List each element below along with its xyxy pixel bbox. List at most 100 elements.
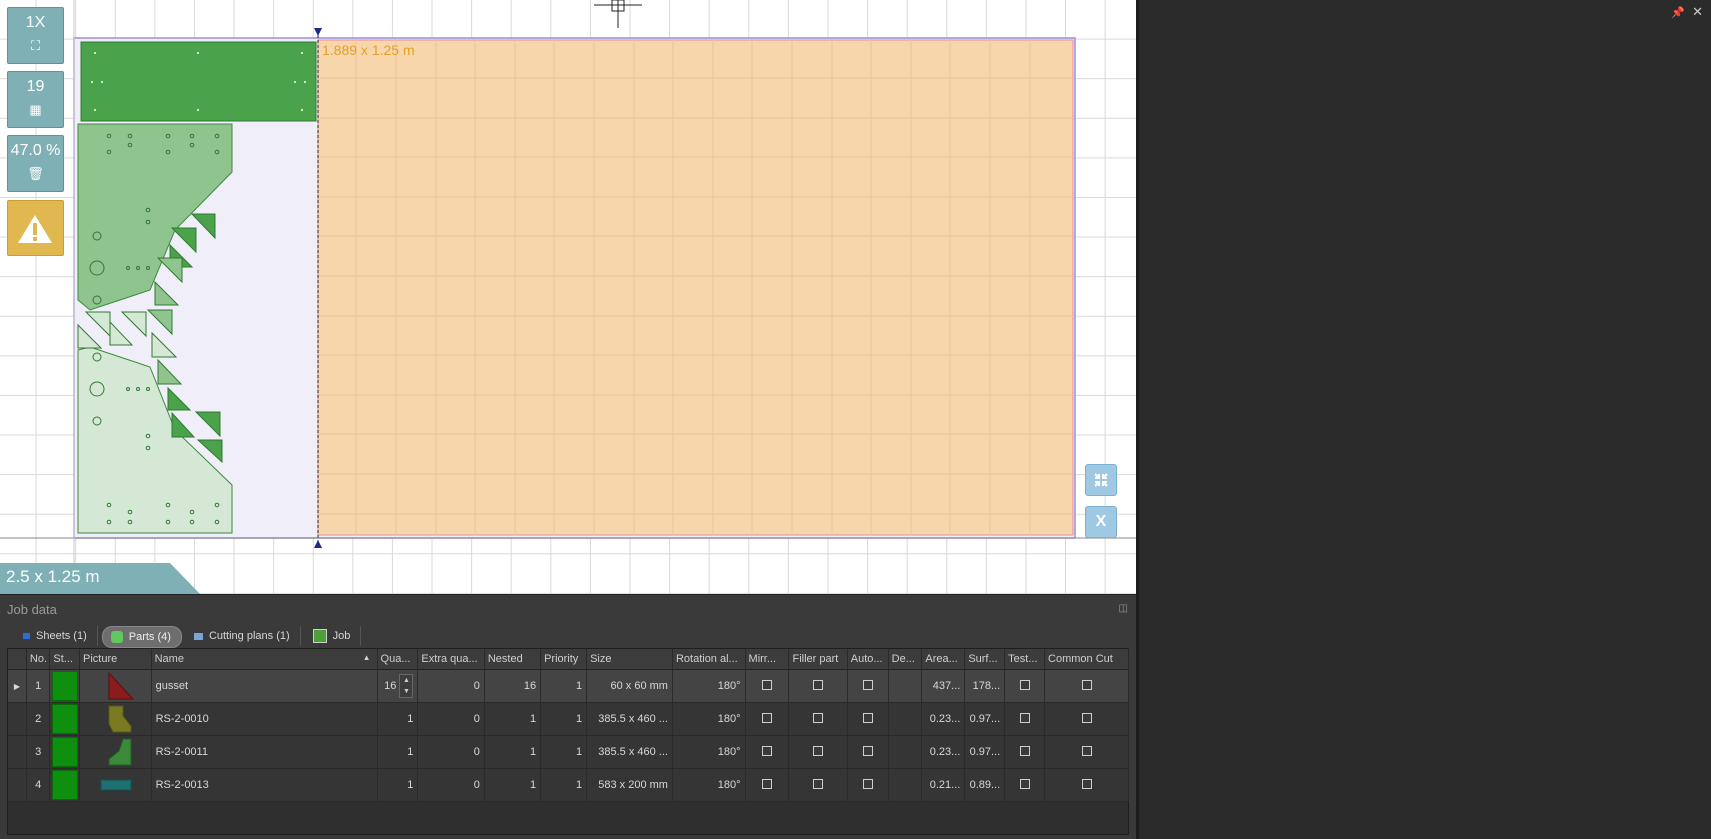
cell-priority[interactable]: 1 (540, 735, 588, 769)
col-extra-quantity[interactable]: Extra qua... (417, 649, 485, 670)
col-priority[interactable]: Priority (540, 649, 588, 670)
cell-nested: 1 (484, 702, 542, 736)
col-nested[interactable]: Nested (484, 649, 542, 670)
cell-priority[interactable]: 1 (540, 702, 588, 736)
stepper-up-icon[interactable]: ▲ (400, 675, 412, 686)
test-checkbox[interactable] (1019, 712, 1030, 723)
col-mirror[interactable]: Mirr... (745, 649, 790, 670)
common-cut-checkbox[interactable] (1081, 679, 1092, 690)
col-test[interactable]: Test... (1004, 649, 1046, 670)
cell-size: 60 x 60 mm (586, 669, 673, 703)
tab-sheets[interactable]: Sheets (1) (15, 626, 98, 646)
col-size[interactable]: Size (586, 649, 673, 670)
zoom-button[interactable]: 1X ⛶ (7, 7, 64, 64)
cut-marker-bottom[interactable] (314, 540, 322, 548)
table-row[interactable]: 4 RS-2-0013 1 0 1 1 583 x 200 mm 180° 0.… (8, 768, 1129, 802)
mirror-checkbox[interactable] (762, 712, 772, 723)
test-checkbox[interactable] (1019, 778, 1030, 789)
col-filler-part[interactable]: Filler part (788, 649, 848, 670)
cell-quantity[interactable]: 16 ▲ ▼ (377, 669, 419, 703)
fit-view-button[interactable] (1085, 464, 1117, 496)
test-checkbox[interactable] (1019, 679, 1030, 690)
col-no[interactable]: No. (26, 649, 51, 670)
filler-part-checkbox[interactable] (813, 778, 824, 789)
table-row[interactable]: 2 RS-2-0010 1 0 1 1 385.5 x 460 ... 180° (8, 702, 1129, 736)
tab-parts[interactable]: Parts (4) (101, 626, 182, 648)
tab-job[interactable]: Job (305, 626, 362, 646)
close-icon[interactable]: ✕ (1692, 4, 1703, 20)
pin-icon[interactable]: 📌 (1671, 6, 1685, 19)
cell-quantity[interactable]: 1 (377, 735, 419, 769)
filler-part-checkbox[interactable] (813, 745, 824, 756)
filler-part-checkbox[interactable] (813, 679, 824, 690)
mirror-checkbox[interactable] (762, 778, 772, 789)
cell-extra-quantity[interactable]: 0 (417, 768, 485, 802)
col-rotation[interactable]: Rotation al... (672, 649, 746, 670)
quantity-stepper[interactable]: 16 ▲ ▼ (384, 674, 414, 698)
parts-count-button[interactable]: 19 ▦ (7, 71, 64, 128)
cell-extra-quantity[interactable]: 0 (417, 735, 485, 769)
nesting-canvas[interactable]: 1.889 x 1.25 m 1X ⛶ 19 ▦ 47.0 % 🗑 X 2.5 … (0, 0, 1136, 594)
parts-grid[interactable]: No. St... Picture Name ▲ Qua... Extra qua… (7, 648, 1129, 835)
cell-priority[interactable]: 1 (540, 768, 588, 802)
mirror-checkbox[interactable] (762, 745, 772, 756)
cell-priority[interactable]: 1 (540, 669, 588, 703)
common-cut-checkbox[interactable] (1081, 778, 1092, 789)
cut-marker-top[interactable] (314, 28, 322, 36)
col-name[interactable]: Name ▲ (151, 649, 378, 670)
auto-checkbox[interactable] (862, 679, 873, 690)
col-quantity[interactable]: Qua... (377, 649, 419, 670)
cell-rotation[interactable]: 180° (672, 702, 746, 736)
col-picture[interactable]: Picture (79, 649, 152, 670)
stepper-down-icon[interactable]: ▼ (400, 686, 412, 697)
tab-sheets-label: Sheets (1) (36, 630, 87, 642)
cell-common-cut (1044, 702, 1129, 736)
cell-auto (847, 702, 889, 736)
filler-part-checkbox[interactable] (813, 712, 824, 723)
cell-filler-part (788, 735, 848, 769)
cell-extra-quantity[interactable]: 0 (417, 702, 485, 736)
pin-icon[interactable]: ◫ (1119, 603, 1128, 614)
col-auto[interactable]: Auto... (847, 649, 889, 670)
table-row[interactable]: 3 RS-2-0011 1 0 1 1 385.5 x 460 ... 180° (8, 735, 1129, 769)
mirror-checkbox[interactable] (762, 679, 772, 690)
warning-button[interactable] (7, 200, 64, 256)
common-cut-checkbox[interactable] (1081, 712, 1092, 723)
auto-checkbox[interactable] (862, 712, 873, 723)
col-de[interactable]: De... (888, 649, 923, 670)
cell-name: RS-2-0010 (151, 702, 378, 736)
tab-cutting-plans[interactable]: Cutting plans (1) (186, 626, 301, 646)
cell-mirror (745, 669, 790, 703)
auto-checkbox[interactable] (862, 778, 873, 789)
table-row[interactable]: ▶ 1 gusset 16 ▲ ▼ 0 16 1 60 x 60 mm 180°… (8, 669, 1129, 703)
usage-button[interactable]: 47.0 % 🗑 (7, 135, 64, 192)
col-status[interactable]: St... (49, 649, 81, 670)
sheet-remnant (317, 39, 1074, 536)
cell-quantity[interactable]: 1 (377, 768, 419, 802)
cell-rotation[interactable]: 180° (672, 768, 746, 802)
warning-icon (18, 215, 52, 243)
cell-extra-quantity[interactable]: 0 (417, 669, 485, 703)
auto-checkbox[interactable] (862, 745, 873, 756)
cell-picture (79, 702, 152, 736)
nesting-drawing[interactable] (0, 0, 1136, 594)
col-area[interactable]: Area... (921, 649, 966, 670)
cell-surface: 0.89... (964, 768, 1006, 802)
sheet-icon (23, 633, 30, 639)
cell-auto (847, 768, 889, 802)
table-header-row: No. St... Picture Name ▲ Qua... Extra qua… (8, 649, 1129, 670)
cell-mirror (745, 768, 790, 802)
close-canvas-button[interactable]: X (1085, 506, 1117, 538)
cell-rotation[interactable]: 180° (672, 669, 746, 703)
cell-test (1004, 702, 1046, 736)
col-surface[interactable]: Surf... (964, 649, 1006, 670)
rs-2-0013-thumbnail (100, 779, 132, 791)
common-cut-checkbox[interactable] (1081, 745, 1092, 756)
cell-quantity[interactable]: 1 (377, 702, 419, 736)
cell-rotation[interactable]: 180° (672, 735, 746, 769)
crosshair-cursor (594, 0, 642, 28)
test-checkbox[interactable] (1019, 745, 1030, 756)
part-rs-2-0013[interactable] (80, 41, 317, 122)
col-common-cut[interactable]: Common Cut (1044, 649, 1129, 670)
tab-parts-label: Parts (4) (128, 631, 171, 643)
